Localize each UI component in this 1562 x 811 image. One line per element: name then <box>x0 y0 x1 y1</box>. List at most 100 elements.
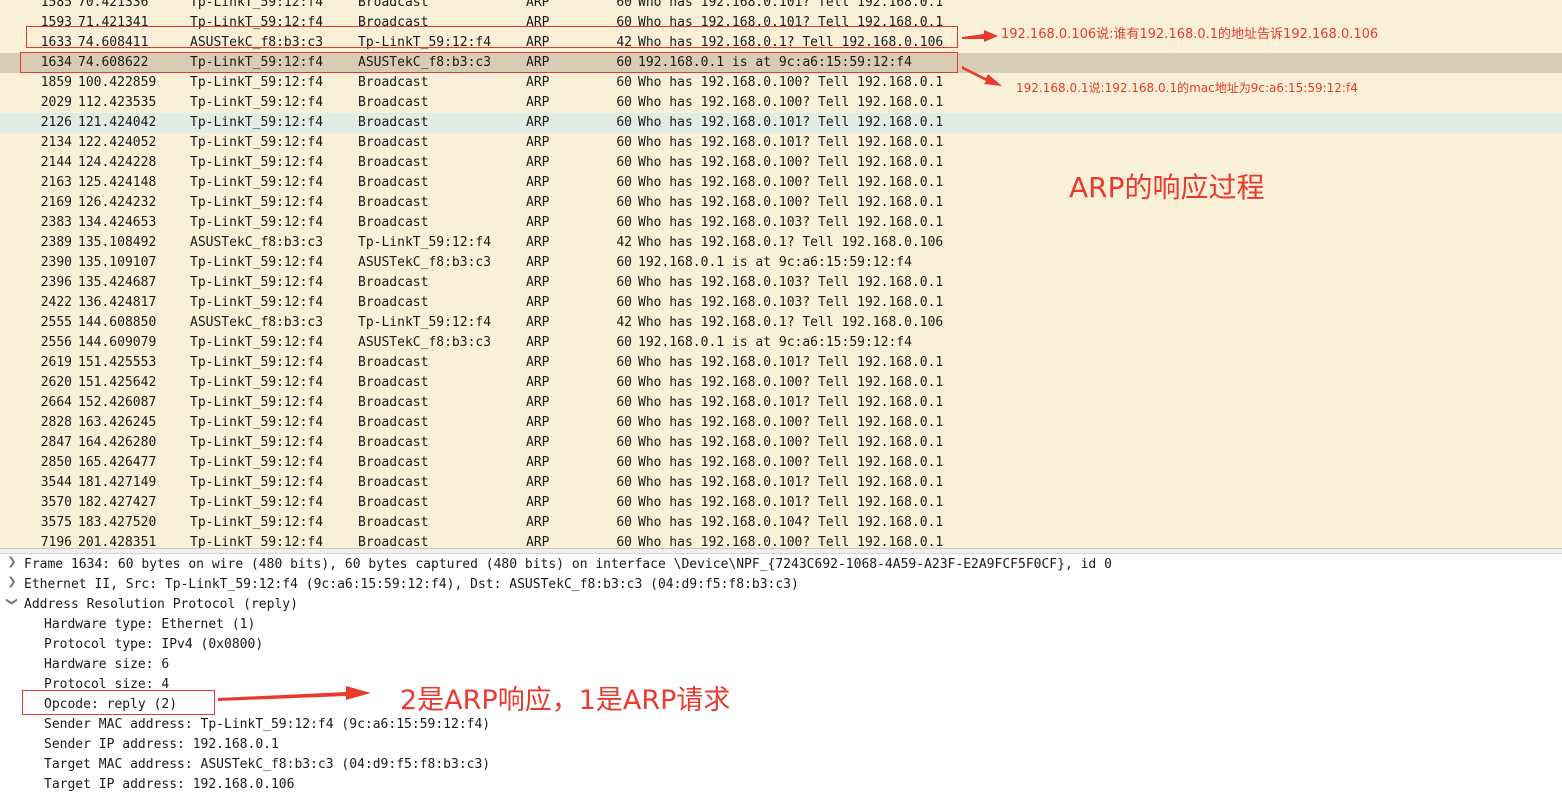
packet-row[interactable]: 2619 151.425553 Tp-LinkT_59:12:f4 Broadcast… <box>0 353 1562 373</box>
detail-field[interactable]: Sender MAC address: Tp-LinkT_59:12:f4 (9… <box>44 715 490 735</box>
detail-arp[interactable]: Address Resolution Protocol (reply) <box>24 595 298 615</box>
packet-cell-info: Who has 192.168.0.104? Tell 192.168.0.1 <box>638 515 944 530</box>
collapse-icon[interactable]: ❯ <box>6 596 19 608</box>
packet-cell-time: 163.426245 <box>78 415 157 430</box>
packet-cell-dst: Tp-LinkT_59:12:f4 <box>358 315 492 330</box>
packet-row[interactable]: 7196 201.428351 Tp-LinkT_59:12:f4 Broadcast… <box>0 533 1562 548</box>
detail-field[interactable]: Target IP address: 192.168.0.106 <box>44 775 294 795</box>
packet-cell-no: 2126 <box>40 115 72 130</box>
packet-cell-proto: ARP <box>526 515 550 530</box>
packet-cell-proto: ARP <box>526 395 550 410</box>
packet-cell-info: Who has 192.168.0.101? Tell 192.168.0.1 <box>638 0 944 10</box>
packet-cell-info: Who has 192.168.0.101? Tell 192.168.0.1 <box>638 475 944 490</box>
packet-cell-proto: ARP <box>526 295 550 310</box>
packet-cell-no: 2828 <box>40 415 72 430</box>
packet-cell-len: 60 <box>616 395 632 410</box>
annotation-request: 192.168.0.106说:谁有192.168.0.1的地址告诉192.168… <box>1001 27 1379 42</box>
packet-cell-info: Who has 192.168.0.100? Tell 192.168.0.1 <box>638 455 944 470</box>
packet-cell-info: Who has 192.168.0.100? Tell 192.168.0.1 <box>638 535 944 548</box>
detail-field[interactable]: Target MAC address: ASUSTekC_f8:b3:c3 (0… <box>44 755 490 775</box>
packet-row[interactable]: 2555 144.608850 ASUSTekC_f8:b3:c3 Tp-LinkT_… <box>0 313 1562 333</box>
packet-cell-proto: ARP <box>526 455 550 470</box>
expand-icon[interactable]: ❯ <box>6 555 18 568</box>
packet-row[interactable]: 2620 151.425642 Tp-LinkT_59:12:f4 Broadcast… <box>0 373 1562 393</box>
packet-cell-time: 164.426280 <box>78 435 157 450</box>
packet-row[interactable]: 2134 122.424052 Tp-LinkT_59:12:f4 Broadcast… <box>0 133 1562 153</box>
packet-cell-proto: ARP <box>526 275 550 290</box>
packet-row[interactable]: 2850 165.426477 Tp-LinkT_59:12:f4 Broadcast… <box>0 453 1562 473</box>
packet-cell-no: 2620 <box>40 375 72 390</box>
packet-cell-len: 60 <box>616 255 632 270</box>
packet-cell-proto: ARP <box>526 355 550 370</box>
packet-cell-dst: Broadcast <box>358 275 429 290</box>
packet-cell-dst: Broadcast <box>358 495 429 510</box>
detail-ethernet[interactable]: Ethernet II, Src: Tp-LinkT_59:12:f4 (9c:… <box>24 575 799 595</box>
packet-cell-src: Tp-LinkT_59:12:f4 <box>190 415 324 430</box>
detail-frame[interactable]: Frame 1634: 60 bytes on wire (480 bits),… <box>24 555 1112 575</box>
packet-cell-time: 70.421336 <box>78 0 149 10</box>
packet-cell-time: 182.427427 <box>78 495 157 510</box>
expand-icon[interactable]: ❯ <box>6 575 18 588</box>
pane-splitter[interactable] <box>0 548 1562 554</box>
packet-cell-proto: ARP <box>526 435 550 450</box>
annotation-opcode: 2是ARP响应，1是ARP请求 <box>400 685 731 716</box>
packet-cell-dst: Broadcast <box>358 375 429 390</box>
packet-row[interactable]: 2144 124.424228 Tp-LinkT_59:12:f4 Broadcast… <box>0 153 1562 173</box>
packet-cell-src: Tp-LinkT_59:12:f4 <box>190 275 324 290</box>
packet-cell-dst: ASUSTekC_f8:b3:c3 <box>358 335 492 350</box>
detail-field[interactable]: Protocol type: IPv4 (0x0800) <box>44 635 263 655</box>
packet-row[interactable]: 2396 135.424687 Tp-LinkT_59:12:f4 Broadcast… <box>0 273 1562 293</box>
packet-cell-proto: ARP <box>526 115 550 130</box>
packet-cell-no: 2134 <box>40 135 72 150</box>
packet-cell-src: Tp-LinkT_59:12:f4 <box>190 95 324 110</box>
packet-cell-proto: ARP <box>526 535 550 548</box>
packet-cell-info: Who has 192.168.0.100? Tell 192.168.0.1 <box>638 375 944 390</box>
packet-row[interactable]: 3575 183.427520 Tp-LinkT_59:12:f4 Broadcast… <box>0 513 1562 533</box>
detail-field[interactable]: Sender IP address: 192.168.0.1 <box>44 735 279 755</box>
packet-row[interactable]: 2847 164.426280 Tp-LinkT_59:12:f4 Broadcast… <box>0 433 1562 453</box>
packet-cell-src: Tp-LinkT_59:12:f4 <box>190 195 324 210</box>
packet-cell-info: Who has 192.168.0.100? Tell 192.168.0.1 <box>638 195 944 210</box>
packet-row[interactable]: 2389 135.108492 ASUSTekC_f8:b3:c3 Tp-LinkT_… <box>0 233 1562 253</box>
packet-row[interactable]: 2169 126.424232 Tp-LinkT_59:12:f4 Broadcast… <box>0 193 1562 213</box>
detail-field[interactable]: Hardware type: Ethernet (1) <box>44 615 255 635</box>
packet-cell-time: 151.425553 <box>78 355 157 370</box>
packet-row[interactable]: 2163 125.424148 Tp-LinkT_59:12:f4 Broadcast… <box>0 173 1562 193</box>
packet-row[interactable]: 2383 134.424653 Tp-LinkT_59:12:f4 Broadcast… <box>0 213 1562 233</box>
packet-cell-no: 2850 <box>40 455 72 470</box>
packet-row[interactable]: 3570 182.427427 Tp-LinkT_59:12:f4 Broadcast… <box>0 493 1562 513</box>
packet-row[interactable]: 2126 121.424042 Tp-LinkT_59:12:f4 Broadcast… <box>0 113 1562 133</box>
packet-cell-no: 7196 <box>40 535 72 548</box>
packet-cell-time: 165.426477 <box>78 455 157 470</box>
packet-row[interactable]: 2422 136.424817 Tp-LinkT_59:12:f4 Broadcast… <box>0 293 1562 313</box>
packet-cell-dst: Broadcast <box>358 475 429 490</box>
packet-cell-proto: ARP <box>526 75 550 90</box>
packet-cell-dst: Broadcast <box>358 155 429 170</box>
packet-row[interactable]: 1585 70.421336 Tp-LinkT_59:12:f4 Broadcast A… <box>0 0 1562 13</box>
packet-row[interactable]: 2556 144.609079 Tp-LinkT_59:12:f4 ASUSTekC_… <box>0 333 1562 353</box>
packet-cell-len: 60 <box>616 535 632 548</box>
packet-cell-src: Tp-LinkT_59:12:f4 <box>190 75 324 90</box>
packet-cell-no: 2390 <box>40 255 72 270</box>
packet-cell-no: 3575 <box>40 515 72 530</box>
packet-row[interactable]: 3544 181.427149 Tp-LinkT_59:12:f4 Broadcast… <box>0 473 1562 493</box>
highlight-box-opcode <box>22 690 215 715</box>
packet-cell-src: Tp-LinkT_59:12:f4 <box>190 135 324 150</box>
packet-details-pane[interactable]: ❯ Frame 1634: 60 bytes on wire (480 bits… <box>0 555 1562 811</box>
packet-row[interactable]: 2828 163.426245 Tp-LinkT_59:12:f4 Broadcast… <box>0 413 1562 433</box>
packet-cell-time: 136.424817 <box>78 295 157 310</box>
detail-field[interactable]: Hardware size: 6 <box>44 655 169 675</box>
packet-cell-src: Tp-LinkT_59:12:f4 <box>190 0 324 10</box>
packet-cell-time: 112.423535 <box>78 95 157 110</box>
highlight-box-reply <box>20 52 958 73</box>
packet-cell-no: 2389 <box>40 235 72 250</box>
packet-cell-time: 144.608850 <box>78 315 157 330</box>
packet-cell-dst: Broadcast <box>358 395 429 410</box>
packet-row[interactable]: 2390 135.109107 Tp-LinkT_59:12:f4 ASUSTekC_… <box>0 253 1562 273</box>
packet-row[interactable]: 2664 152.426087 Tp-LinkT_59:12:f4 Broadcast… <box>0 393 1562 413</box>
packet-cell-no: 2847 <box>40 435 72 450</box>
packet-cell-info: Who has 192.168.0.1? Tell 192.168.0.106 <box>638 315 944 330</box>
packet-cell-proto: ARP <box>526 235 550 250</box>
packet-cell-len: 60 <box>616 475 632 490</box>
packet-row[interactable]: 2029 112.423535 Tp-LinkT_59:12:f4 Broadcast… <box>0 93 1562 113</box>
